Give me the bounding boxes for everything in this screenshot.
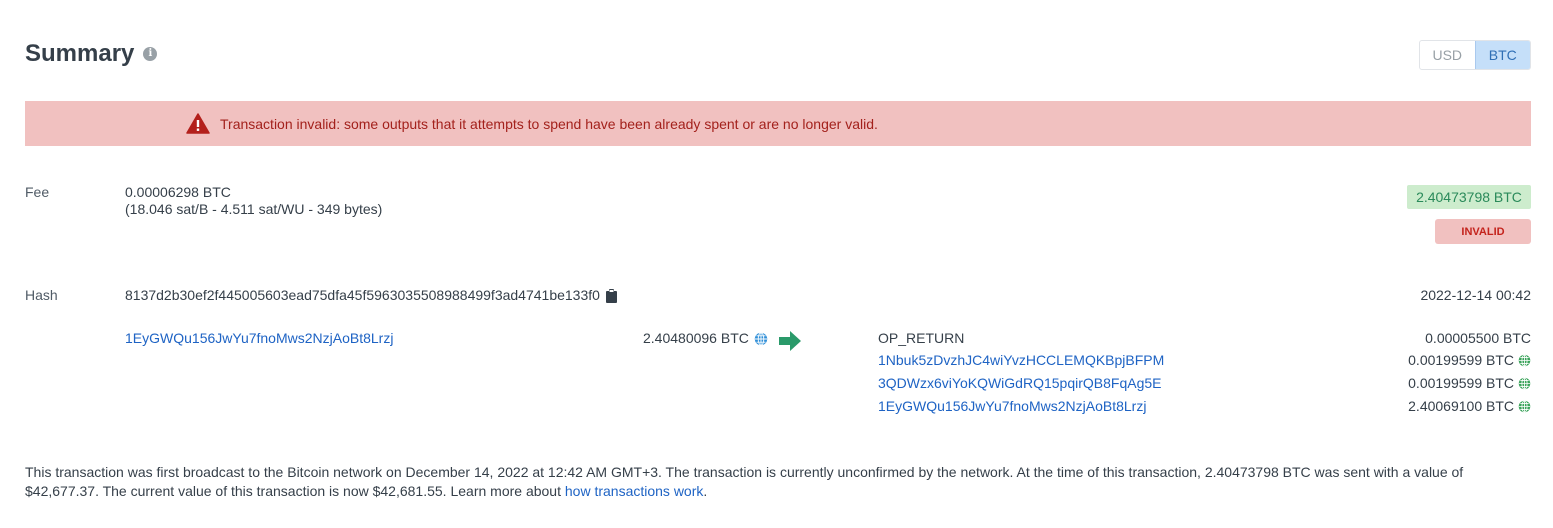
output-amount: 0.00199599 BTC: [1408, 375, 1514, 391]
output-amount-row: 0.00199599 BTC: [1408, 352, 1531, 368]
alert-message: Transaction invalid: some outputs that i…: [220, 115, 878, 132]
output-amount: 2.40069100 BTC: [1408, 398, 1514, 414]
hash-row: 8137d2b30ef2f445005603ead75dfa45f5963035…: [125, 287, 617, 304]
globe-icon[interactable]: [1518, 399, 1531, 413]
how-transactions-work-link[interactable]: how transactions work: [565, 483, 704, 499]
usd-toggle-button[interactable]: USD: [1420, 41, 1475, 69]
globe-icon[interactable]: [754, 331, 768, 346]
arrow-right-icon: [779, 331, 801, 351]
status-badge: INVALID: [1435, 219, 1531, 244]
output-amount: 0.00199599 BTC: [1408, 352, 1514, 368]
input-amount: 2.40480096 BTC: [643, 330, 749, 346]
output-amount: 0.00005500 BTC: [1425, 330, 1531, 346]
currency-toggle: USD BTC: [1419, 40, 1531, 70]
warning-icon: [186, 113, 210, 134]
input-amount-row: 2.40480096 BTC: [643, 330, 768, 347]
clipboard-icon[interactable]: [605, 288, 617, 303]
transaction-date: 2022-12-14 00:42: [1420, 287, 1531, 303]
invalid-transaction-alert: Transaction invalid: some outputs that i…: [25, 101, 1531, 146]
output-address-link[interactable]: 1EyGWQu156JwYu7fnoMws2NzjAoBt8Lrzj: [878, 398, 1146, 414]
output-address-link[interactable]: 1Nbuk5zDvzhJC4wiYvzHCCLEMQKBpjBFPM: [878, 352, 1164, 368]
summary-title: Summary: [25, 40, 135, 67]
description-trailing: .: [703, 482, 708, 499]
page-title: Summary i: [25, 40, 158, 68]
globe-icon[interactable]: [1518, 376, 1531, 390]
fee-amount: 0.00006298 BTC: [125, 184, 231, 200]
hash-value[interactable]: 8137d2b30ef2f445005603ead75dfa45f5963035…: [125, 287, 600, 304]
hash-label: Hash: [25, 287, 58, 303]
output-amount-row: 0.00199599 BTC: [1408, 375, 1531, 391]
output-address-op-return: OP_RETURN: [878, 330, 965, 346]
total-amount-badge: 2.40473798 BTC: [1407, 185, 1531, 209]
fee-details: (18.046 sat/B - 4.511 sat/WU - 349 bytes…: [125, 201, 383, 217]
globe-icon[interactable]: [1518, 353, 1531, 367]
btc-toggle-button[interactable]: BTC: [1474, 41, 1530, 69]
description-text: This transaction was first broadcast to …: [25, 464, 1464, 499]
info-icon[interactable]: i: [143, 47, 158, 61]
input-address-link[interactable]: 1EyGWQu156JwYu7fnoMws2NzjAoBt8Lrzj: [125, 330, 393, 346]
output-address-link[interactable]: 3QDWzx6viYoKQWiGdRQ15pqirQB8FqAg5E: [878, 375, 1161, 391]
fee-label: Fee: [25, 184, 50, 200]
output-amount-row: 2.40069100 BTC: [1408, 398, 1531, 414]
transaction-description: This transaction was first broadcast to …: [25, 463, 1535, 500]
